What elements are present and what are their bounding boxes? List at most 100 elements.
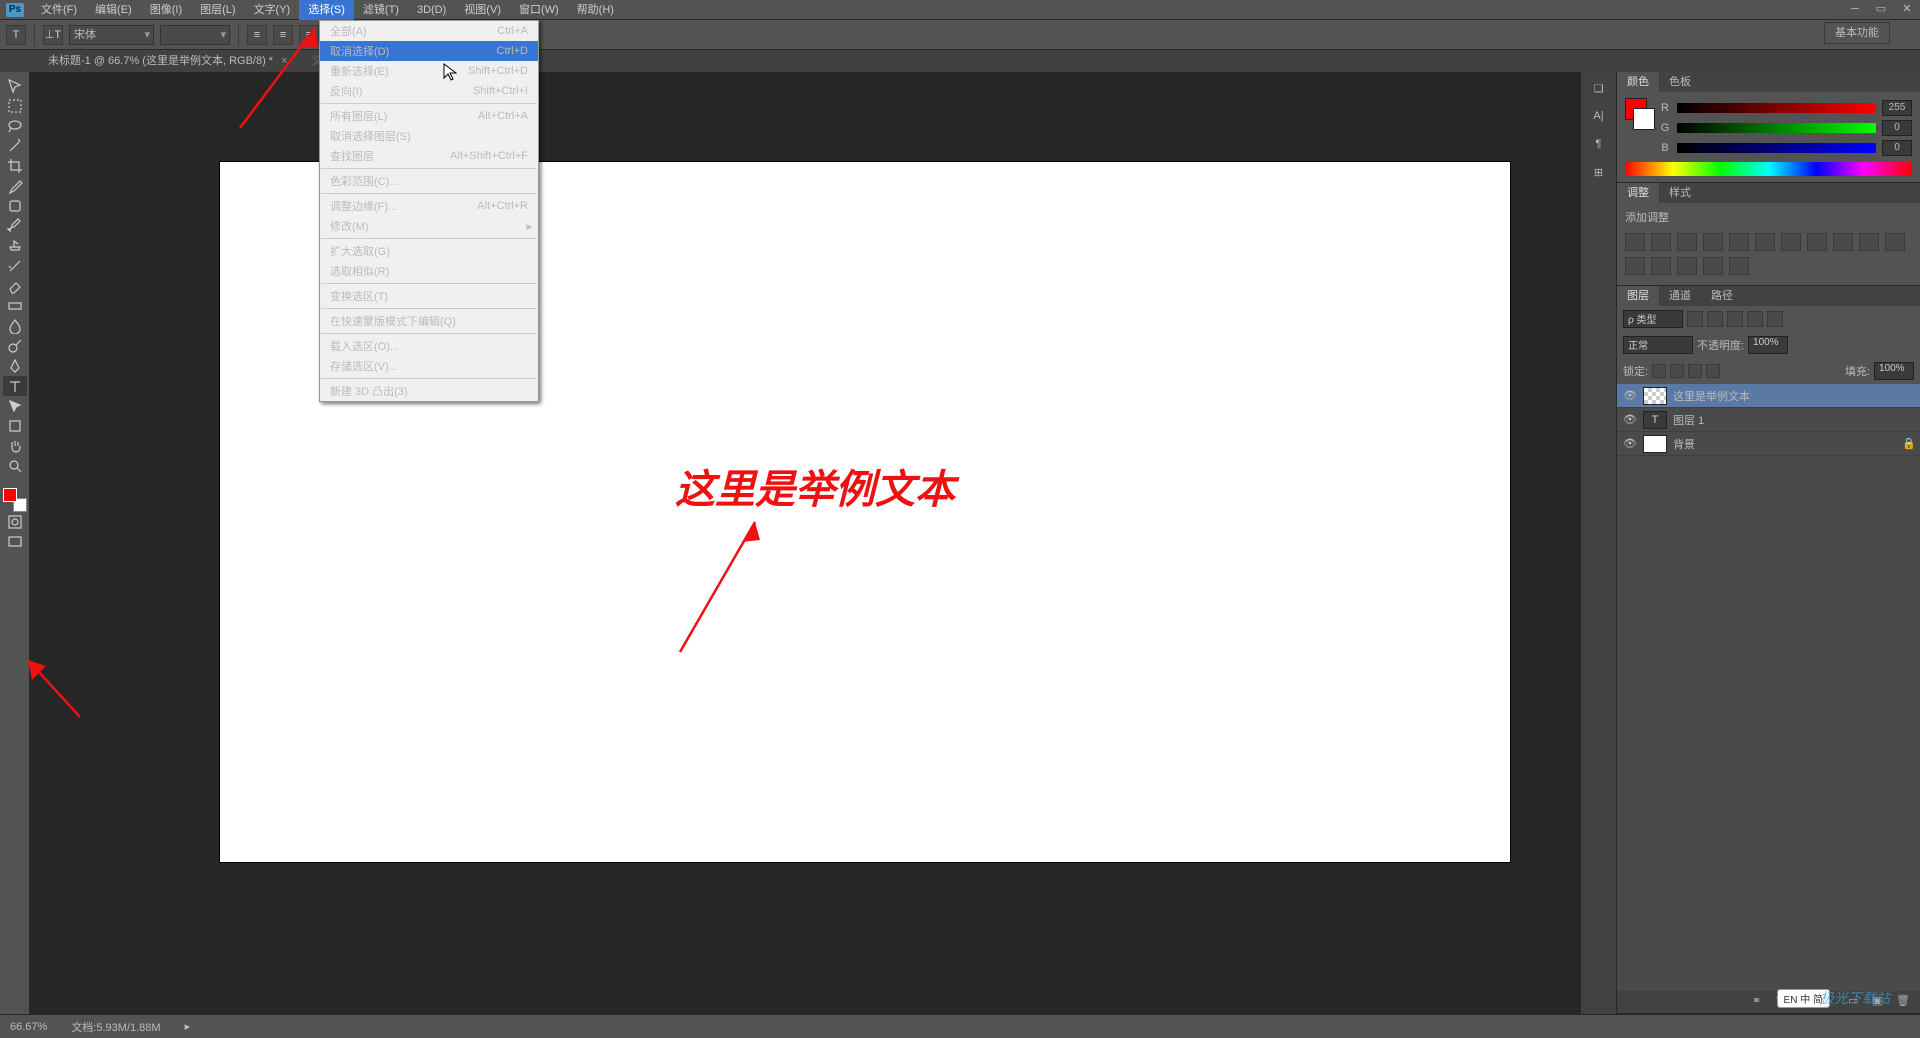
filter-smart-icon[interactable] <box>1767 311 1783 327</box>
menu-item[interactable]: 新建 3D 凸出(3) <box>320 381 538 401</box>
invert-adjust-icon[interactable] <box>1625 257 1645 275</box>
layer-name[interactable]: 图层 1 <box>1673 412 1914 428</box>
eraser-tool-icon[interactable] <box>3 276 27 296</box>
clone-stamp-tool-icon[interactable] <box>3 236 27 256</box>
zoom-level[interactable]: 66.67% <box>10 1021 47 1033</box>
foreground-color-swatch[interactable] <box>3 488 17 502</box>
eyedropper-tool-icon[interactable] <box>3 176 27 196</box>
character-panel-icon[interactable]: A| <box>1585 104 1613 128</box>
green-value[interactable]: 0 <box>1882 120 1912 136</box>
layer-thumbnail[interactable] <box>1643 387 1667 405</box>
filter-shape-icon[interactable] <box>1747 311 1763 327</box>
tab-color[interactable]: 颜色 <box>1617 72 1659 92</box>
maximize-button[interactable]: ▭ <box>1868 0 1894 20</box>
blue-value[interactable]: 0 <box>1882 140 1912 156</box>
selective-adjust-icon[interactable] <box>1729 257 1749 275</box>
menu-文字[interactable]: 文字(Y) <box>245 0 300 20</box>
layer-row[interactable]: 👁背景🔒 <box>1617 432 1920 456</box>
minimize-button[interactable]: ─ <box>1842 0 1868 20</box>
opacity-input[interactable]: 100% <box>1748 336 1788 354</box>
red-value[interactable]: 255 <box>1882 100 1912 116</box>
navigator-panel-icon[interactable]: ⊞ <box>1585 160 1613 184</box>
layer-filter-select[interactable]: ρ 类型 <box>1623 310 1683 328</box>
type-tool-icon[interactable] <box>3 376 27 396</box>
quick-mask-icon[interactable] <box>3 512 27 532</box>
crop-tool-icon[interactable] <box>3 156 27 176</box>
hand-tool-icon[interactable] <box>3 436 27 456</box>
layer-row[interactable]: 👁 这里是举例文本 <box>1617 384 1920 408</box>
menu-item[interactable]: 色彩范围(C)... <box>320 171 538 191</box>
foreground-background-colors[interactable] <box>3 488 27 512</box>
hue-adjust-icon[interactable] <box>1755 233 1775 251</box>
colorlookup-adjust-icon[interactable] <box>1885 233 1905 251</box>
tab-layers[interactable]: 图层 <box>1617 286 1659 306</box>
green-slider[interactable] <box>1677 123 1876 133</box>
channelmixer-adjust-icon[interactable] <box>1859 233 1879 251</box>
delete-layer-icon[interactable]: 🗑 <box>1896 994 1912 1010</box>
menu-item[interactable]: 全部(A)Ctrl+A <box>320 21 538 41</box>
canvas-text-layer[interactable]: 这里是举例文本 <box>675 457 955 515</box>
magic-wand-tool-icon[interactable] <box>3 136 27 156</box>
history-brush-tool-icon[interactable] <box>3 256 27 276</box>
layer-name[interactable]: 这里是举例文本 <box>1673 388 1914 404</box>
screen-mode-icon[interactable] <box>3 532 27 552</box>
tab-paths[interactable]: 路径 <box>1701 286 1743 306</box>
menu-选择[interactable]: 选择(S) <box>299 0 354 20</box>
exposure-adjust-icon[interactable] <box>1703 233 1723 251</box>
fill-input[interactable]: 100% <box>1874 362 1914 380</box>
blend-mode-select[interactable]: 正常 <box>1623 336 1693 354</box>
menu-编辑[interactable]: 编辑(E) <box>86 0 141 20</box>
menu-item[interactable]: 修改(M)▸ <box>320 216 538 236</box>
menu-item[interactable]: 取消选择(D)Ctrl+D <box>320 41 538 61</box>
font-style-select[interactable] <box>160 25 230 45</box>
menu-窗口[interactable]: 窗口(W) <box>510 0 568 20</box>
dodge-tool-icon[interactable] <box>3 336 27 356</box>
doc-info-arrow-icon[interactable]: ▸ <box>185 1020 191 1033</box>
menu-文件[interactable]: 文件(F) <box>32 0 86 20</box>
curves-adjust-icon[interactable] <box>1677 233 1697 251</box>
menu-item[interactable]: 变换选区(T) <box>320 286 538 306</box>
visibility-icon[interactable]: 👁 <box>1623 437 1637 450</box>
threshold-adjust-icon[interactable] <box>1677 257 1697 275</box>
text-orientation-icon[interactable]: ⊥T <box>43 25 63 45</box>
menu-图层[interactable]: 图层(L) <box>191 0 244 20</box>
menu-帮助[interactable]: 帮助(H) <box>568 0 623 20</box>
tab-adjustments[interactable]: 调整 <box>1617 183 1659 203</box>
layer-thumbnail[interactable] <box>1643 435 1667 453</box>
tab-swatches[interactable]: 色板 <box>1659 72 1701 92</box>
font-family-select[interactable]: 宋体 <box>69 25 154 45</box>
menu-视图[interactable]: 视图(V) <box>455 0 510 20</box>
menu-item[interactable]: 所有图层(L)Alt+Ctrl+A <box>320 106 538 126</box>
vibrance-adjust-icon[interactable] <box>1729 233 1749 251</box>
lock-position-icon[interactable] <box>1688 364 1702 378</box>
posterize-adjust-icon[interactable] <box>1651 257 1671 275</box>
filter-pixel-icon[interactable] <box>1687 311 1703 327</box>
lasso-tool-icon[interactable] <box>3 116 27 136</box>
blur-tool-icon[interactable] <box>3 316 27 336</box>
menu-item[interactable]: 反向(I)Shift+Ctrl+I <box>320 81 538 101</box>
marquee-tool-icon[interactable] <box>3 96 27 116</box>
filter-adjust-icon[interactable] <box>1707 311 1723 327</box>
text-tool-preset-icon[interactable]: T <box>6 25 26 45</box>
paragraph-panel-icon[interactable]: ¶ <box>1585 132 1613 156</box>
menu-item[interactable]: 选取相似(R) <box>320 261 538 281</box>
levels-adjust-icon[interactable] <box>1651 233 1671 251</box>
pen-tool-icon[interactable] <box>3 356 27 376</box>
zoom-tool-icon[interactable] <box>3 456 27 476</box>
menu-item[interactable]: 调整边缘(F)...Alt+Ctrl+R <box>320 196 538 216</box>
shape-tool-icon[interactable] <box>3 416 27 436</box>
layer-name[interactable]: 背景 <box>1673 436 1896 452</box>
workspace-switcher[interactable]: 基本功能 <box>1824 22 1890 44</box>
menu-滤镜[interactable]: 滤镜(T) <box>354 0 408 20</box>
visibility-icon[interactable]: 👁 <box>1623 389 1637 402</box>
colorbalance-adjust-icon[interactable] <box>1781 233 1801 251</box>
visibility-icon[interactable]: 👁 <box>1623 413 1637 426</box>
gradient-tool-icon[interactable] <box>3 296 27 316</box>
menu-item[interactable]: 在快速蒙版模式下编辑(Q) <box>320 311 538 331</box>
doc-info[interactable]: 文档:5.93M/1.88M <box>71 1019 160 1035</box>
menu-item[interactable]: 扩大选取(G) <box>320 241 538 261</box>
layer-row[interactable]: 👁T图层 1 <box>1617 408 1920 432</box>
brush-tool-icon[interactable] <box>3 216 27 236</box>
lock-all-icon[interactable] <box>1706 364 1720 378</box>
bw-adjust-icon[interactable] <box>1807 233 1827 251</box>
